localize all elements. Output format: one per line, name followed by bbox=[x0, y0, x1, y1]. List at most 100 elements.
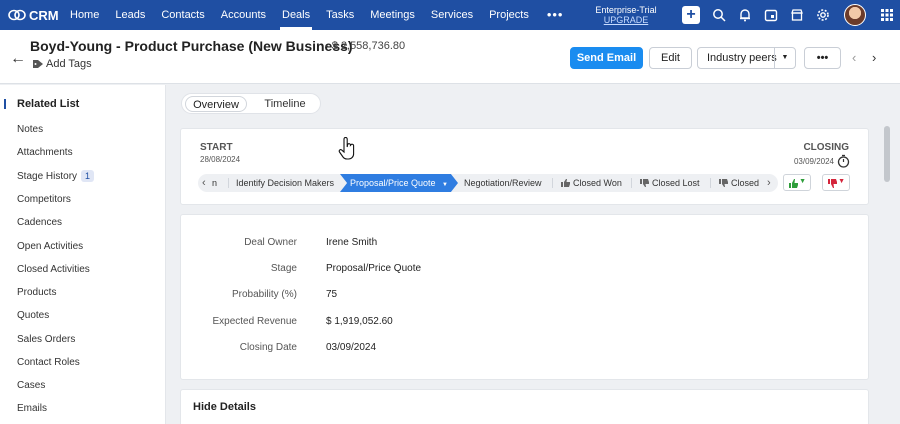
add-tags-label: Add Tags bbox=[46, 58, 92, 70]
thumbs-up-icon bbox=[789, 179, 798, 188]
field-value-expected-revenue[interactable]: $ 1,919,052.60 bbox=[326, 316, 393, 327]
field-value-stage[interactable]: Proposal/Price Quote bbox=[326, 263, 421, 274]
sidebar-item-label: Stage History bbox=[17, 171, 78, 182]
sidebar-item-competitors[interactable]: Competitors bbox=[17, 194, 71, 205]
caret-down-icon: ▼ bbox=[838, 178, 845, 185]
thumbs-down-icon bbox=[828, 179, 837, 188]
field-value-closing-date[interactable]: 03/09/2024 bbox=[326, 342, 376, 353]
top-nav-bar: CRM Home Leads Contacts Accounts Deals T… bbox=[0, 0, 900, 30]
previous-record-icon[interactable]: ‹ bbox=[852, 50, 856, 65]
apps-grid-icon[interactable] bbox=[880, 8, 894, 22]
calendar-icon[interactable] bbox=[764, 8, 778, 22]
stage-proposal-price-quote[interactable]: Proposal/Price Quote ▼ bbox=[340, 174, 458, 192]
nav-services[interactable]: Services bbox=[423, 0, 481, 30]
caret-down-icon[interactable]: ▼ bbox=[774, 48, 795, 68]
record-header: ← Boyd-Young - Product Purchase (New Bus… bbox=[0, 30, 900, 84]
stopwatch-icon bbox=[837, 154, 850, 168]
nav-accounts[interactable]: Accounts bbox=[213, 0, 274, 30]
field-value-deal-owner[interactable]: Irene Smith bbox=[326, 237, 377, 248]
related-list-sidebar: Related List Notes Attachments Stage His… bbox=[0, 85, 166, 424]
stage-pipeline: ‹ n Identify Decision Makers Proposal/Pr… bbox=[198, 174, 778, 192]
caret-down-icon[interactable]: ▼ bbox=[442, 182, 448, 188]
closing-label: CLOSING bbox=[803, 142, 849, 153]
sidebar-item-cadences[interactable]: Cadences bbox=[17, 217, 62, 228]
stage-label: Closed Won bbox=[573, 178, 622, 188]
bell-icon[interactable] bbox=[738, 8, 752, 22]
next-record-icon[interactable]: › bbox=[872, 50, 876, 65]
field-value-probability[interactable]: 75 bbox=[326, 289, 337, 300]
send-email-button[interactable]: Send Email bbox=[570, 47, 643, 69]
store-icon[interactable] bbox=[790, 8, 804, 22]
mark-lost-button[interactable]: ▼ bbox=[822, 174, 850, 191]
sidebar-item-stage-history[interactable]: Stage History 1 bbox=[17, 170, 95, 182]
nav-home[interactable]: Home bbox=[62, 0, 107, 30]
stage-closed-truncated[interactable]: Closed bbox=[719, 174, 763, 192]
brand-name: CRM bbox=[29, 7, 59, 23]
stage-negotiation-review[interactable]: Negotiation/Review bbox=[464, 174, 542, 192]
stage-card: START 28/08/2024 CLOSING 03/09/2024 ‹ n … bbox=[180, 128, 869, 205]
nav-contacts[interactable]: Contacts bbox=[153, 0, 212, 30]
scrollbar-thumb[interactable] bbox=[884, 126, 890, 182]
tab-timeline[interactable]: Timeline bbox=[260, 96, 310, 112]
stage-divider bbox=[631, 178, 632, 188]
stage-closed-lost[interactable]: Closed Lost bbox=[640, 174, 700, 192]
stage-partial[interactable]: n bbox=[212, 174, 217, 192]
search-icon[interactable] bbox=[712, 8, 726, 22]
sidebar-item-products[interactable]: Products bbox=[17, 287, 56, 298]
start-label: START bbox=[200, 142, 233, 153]
view-tabs: Overview Timeline bbox=[181, 93, 321, 114]
gear-icon[interactable] bbox=[816, 8, 830, 22]
sidebar-item-notes[interactable]: Notes bbox=[17, 124, 43, 135]
nav-projects[interactable]: Projects bbox=[481, 0, 537, 30]
thumbs-down-icon bbox=[719, 179, 728, 187]
tag-icon bbox=[33, 60, 43, 68]
mark-won-button[interactable]: ▼ bbox=[783, 174, 811, 191]
count-badge: 1 bbox=[81, 170, 95, 182]
sidebar-item-attachments[interactable]: Attachments bbox=[17, 147, 73, 158]
plus-icon[interactable]: + bbox=[682, 6, 700, 24]
stage-divider bbox=[552, 178, 553, 188]
nav-tasks[interactable]: Tasks bbox=[318, 0, 362, 30]
industry-peers-dropdown[interactable]: Industry peers ▼ bbox=[697, 47, 796, 69]
tab-overview[interactable]: Overview bbox=[185, 96, 247, 112]
collapse-sidebar-icon[interactable] bbox=[4, 99, 7, 109]
deal-amount: - $ 2,558,736.80 bbox=[325, 40, 406, 52]
field-label-closing-date: Closing Date bbox=[239, 342, 297, 353]
upgrade-link[interactable]: UPGRADE bbox=[594, 15, 658, 25]
edit-button[interactable]: Edit bbox=[649, 47, 692, 69]
stage-divider bbox=[228, 178, 229, 188]
field-label-stage: Stage bbox=[270, 263, 297, 274]
stage-identify-decision-makers[interactable]: Identify Decision Makers bbox=[236, 174, 334, 192]
closing-date: 03/09/2024 bbox=[793, 157, 834, 166]
hide-details-toggle[interactable]: Hide Details bbox=[193, 401, 256, 413]
nav-meetings[interactable]: Meetings bbox=[362, 0, 423, 30]
sidebar-item-cases[interactable]: Cases bbox=[17, 380, 45, 391]
pipeline-prev-icon[interactable]: ‹ bbox=[202, 174, 206, 192]
field-label-probability: Probability (%) bbox=[231, 289, 297, 300]
hide-details-section: Hide Details bbox=[180, 389, 869, 424]
sidebar-item-emails[interactable]: Emails bbox=[17, 403, 47, 414]
nav-deals[interactable]: Deals bbox=[274, 0, 318, 30]
sidebar-item-closed-activities[interactable]: Closed Activities bbox=[17, 264, 90, 275]
thumbs-up-icon bbox=[561, 179, 570, 187]
more-actions-button[interactable]: ••• bbox=[804, 47, 841, 69]
stage-closed-won[interactable]: Closed Won bbox=[561, 174, 622, 192]
stage-label: Closed Lost bbox=[652, 178, 700, 188]
current-stage-label: Proposal/Price Quote bbox=[349, 178, 436, 188]
sidebar-item-sales-orders[interactable]: Sales Orders bbox=[17, 334, 75, 345]
back-arrow-icon[interactable]: ← bbox=[10, 50, 26, 68]
thumbs-down-icon bbox=[640, 179, 649, 187]
avatar[interactable] bbox=[844, 4, 866, 26]
sidebar-item-contact-roles[interactable]: Contact Roles bbox=[17, 357, 80, 368]
pipeline-next-icon[interactable]: › bbox=[767, 174, 771, 192]
crm-logo-icon bbox=[8, 9, 26, 21]
related-list-heading: Related List bbox=[17, 98, 80, 110]
nav-more-button[interactable]: ••• bbox=[537, 0, 574, 30]
crm-logo[interactable]: CRM bbox=[0, 8, 62, 23]
sidebar-item-open-activities[interactable]: Open Activities bbox=[17, 241, 83, 252]
nav-leads[interactable]: Leads bbox=[107, 0, 153, 30]
deal-details-card: Deal Owner Irene Smith Stage Proposal/Pr… bbox=[180, 214, 869, 380]
add-tags-button[interactable]: Add Tags bbox=[32, 58, 92, 70]
trial-badge[interactable]: Enterprise-Trial UPGRADE bbox=[594, 5, 658, 25]
sidebar-item-quotes[interactable]: Quotes bbox=[17, 310, 49, 321]
